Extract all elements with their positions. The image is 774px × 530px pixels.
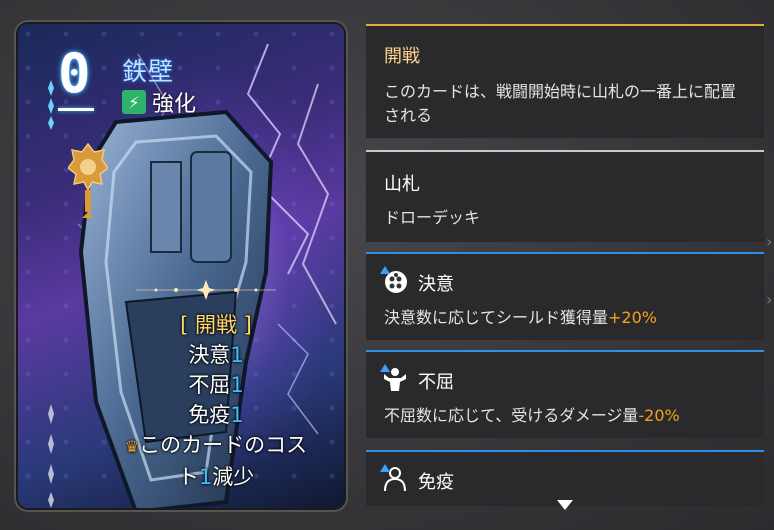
keyword-panel-list[interactable]: 開戦 このカードは、戦闘開始時に山札の一番上に配置される 山札 ドローデッキ 決… [366, 24, 766, 506]
panel-title: 不屈 [418, 372, 454, 393]
panel-title: 山札 [384, 174, 420, 195]
edge-light-bottom [48, 404, 54, 508]
keyword-panel-deck[interactable]: 山札 ドローデッキ [366, 150, 764, 242]
panel-title: 決意 [418, 274, 454, 295]
emblem-icon [68, 142, 108, 218]
effect-keyword: [ 開戦 ] [180, 313, 252, 337]
keyword-panel-resolve[interactable]: 決意 決意数に応じてシールド獲得量+20% [366, 252, 764, 340]
panel-title: 免疫 [418, 472, 454, 493]
keyword-panel-immunity[interactable]: 免疫 [366, 450, 764, 506]
crest-icon: ♛ [124, 437, 140, 456]
person-icon [380, 464, 408, 492]
panel-desc: 決意数に応じてシールド獲得量+20% [384, 308, 657, 327]
panel-desc: このカードは、戦闘開始時に山札の一番上に配置される [384, 82, 737, 125]
sparkle-divider [136, 280, 276, 300]
keyword-panel-tenacity[interactable]: 不屈 不屈数に応じて、受けるダメージ量-20% [366, 350, 764, 438]
effect-line-cost-2: ト1減少 [177, 465, 255, 489]
card-type-row: ⚡ 強化 [122, 86, 196, 118]
card[interactable]: 0 鉄壁 ⚡ 強化 [ 開戦 ] 決意1 不屈1 免疫1 ♛このカードのコス ト… [18, 24, 344, 508]
panel-title: 開戦 [384, 46, 420, 67]
resolve-icon [380, 266, 408, 294]
effect-line-cost-1: ♛このカードのコス [124, 433, 308, 457]
chevron-right-icon: › [766, 232, 773, 251]
card-type-label: 強化 [152, 92, 197, 117]
panel-desc: ドローデッキ [384, 208, 481, 227]
card-effect-text: [ 開戦 ] 決意1 不屈1 免疫1 ♛このカードのコス ト1減少 [90, 310, 342, 492]
effect-line-immunity: 免疫1 [188, 403, 244, 427]
lightning-icon: ⚡ [122, 90, 146, 114]
card-name: 鉄壁 [122, 57, 175, 86]
muscle-icon [380, 364, 408, 392]
chevron-right-icon: › [766, 290, 773, 309]
effect-line-tenacity: 不屈1 [188, 373, 244, 397]
effect-line-resolve: 決意1 [188, 343, 244, 367]
keyword-panel-opening[interactable]: 開戦 このカードは、戦闘開始時に山札の一番上に配置される [366, 24, 764, 138]
scroll-down-icon[interactable] [557, 500, 573, 510]
card-cost: 0 [58, 42, 91, 105]
panel-desc: 不屈数に応じて、受けるダメージ量-20% [384, 406, 680, 425]
cost-underline [58, 108, 94, 111]
